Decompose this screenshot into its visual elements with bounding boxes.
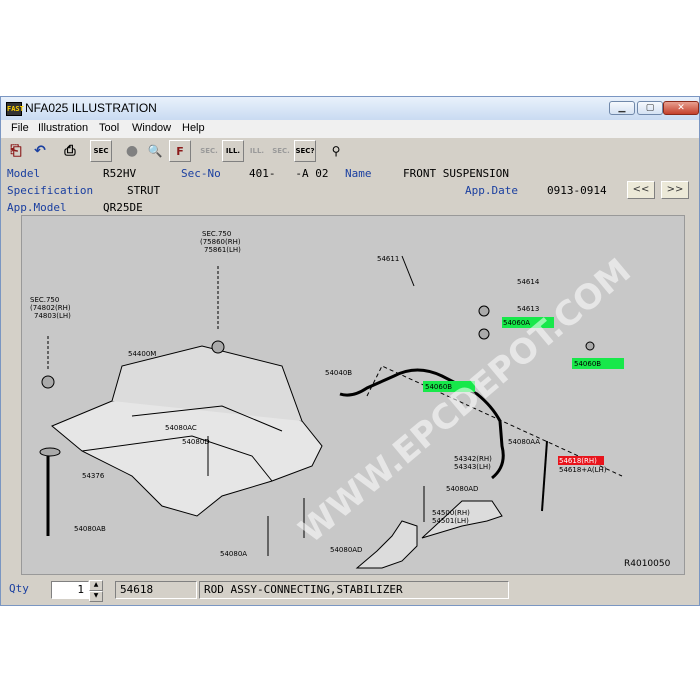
title-bar[interactable]: FAST NFA025 ILLUSTRATION ▁ ▢ ✕ bbox=[1, 97, 699, 121]
model-value: R52HV bbox=[103, 167, 137, 180]
appmodel-label: App.Model bbox=[7, 201, 67, 214]
sec-prev-icon[interactable]: SEC. bbox=[198, 140, 220, 162]
qty-label: Qty bbox=[9, 582, 29, 595]
callout-54060b-right[interactable]: 54060B bbox=[574, 360, 601, 368]
callout-54080ad-right[interactable]: 54080AD bbox=[446, 485, 478, 493]
spin-up-icon[interactable]: ▲ bbox=[89, 580, 103, 591]
specification-label: Specification bbox=[7, 184, 94, 197]
illustration-canvas[interactable]: WWW.EPCDEPOT.COM SEC.750 (74802(RH) 7480… bbox=[21, 215, 685, 575]
exit-icon[interactable]: ⎗ bbox=[5, 140, 27, 162]
menu-bar: File Illustration Tool Window Help bbox=[1, 120, 699, 138]
callout-sec750-top[interactable]: SEC.750 bbox=[202, 230, 231, 238]
callout-54060a[interactable]: 54060A bbox=[503, 319, 530, 327]
notebook-icon[interactable]: F bbox=[169, 140, 191, 162]
callout-sec750-left-rh: (74802(RH) bbox=[30, 304, 71, 312]
menu-help[interactable]: Help bbox=[182, 122, 205, 134]
print-icon[interactable]: ⎙ bbox=[59, 140, 81, 162]
appdate-value: 0913-0914 bbox=[547, 184, 607, 197]
sec-query-icon[interactable]: SEC? bbox=[294, 140, 316, 162]
callout-54500[interactable]: 54500(RH) bbox=[432, 509, 470, 517]
callout-sec750-top-lh: 75861(LH) bbox=[204, 246, 241, 254]
callout-54501[interactable]: 54501(LH) bbox=[432, 517, 469, 525]
qty-input[interactable]: 1 bbox=[51, 581, 89, 599]
status-bar: Qty 1 ▲ ▼ 54618 ROD ASSY-CONNECTING,STAB… bbox=[1, 575, 699, 605]
appmodel-value: QR25DE bbox=[103, 201, 143, 214]
callout-54080d[interactable]: 54080D bbox=[182, 438, 210, 446]
callout-54611[interactable]: 54611 bbox=[377, 255, 399, 263]
specification-value: STRUT bbox=[127, 184, 161, 197]
callout-54343[interactable]: 54343(LH) bbox=[454, 463, 491, 471]
callout-54060b-left[interactable]: 54060B bbox=[425, 383, 452, 391]
callout-54040b[interactable]: 54040B bbox=[325, 369, 352, 377]
callout-54618a[interactable]: 54618+A(LH) bbox=[559, 466, 607, 474]
ill-next-icon[interactable]: ILL. bbox=[246, 140, 268, 162]
close-button[interactable]: ✕ bbox=[663, 101, 699, 115]
pin-icon[interactable]: ⚲ bbox=[325, 140, 347, 162]
callout-sec750-top-rh: (75860(RH) bbox=[200, 238, 241, 246]
next-button[interactable]: >> bbox=[661, 181, 689, 199]
name-label: Name bbox=[345, 167, 372, 180]
callout-54080ab[interactable]: 54080AB bbox=[74, 525, 106, 533]
ill-icon[interactable]: ILL. bbox=[222, 140, 244, 162]
secno-label: Sec-No bbox=[181, 167, 221, 180]
callout-54342[interactable]: 54342(RH) bbox=[454, 455, 492, 463]
application-window: FAST NFA025 ILLUSTRATION ▁ ▢ ✕ File Illu… bbox=[0, 96, 700, 606]
part-name-field: ROD ASSY-CONNECTING,STABILIZER bbox=[199, 581, 509, 599]
sec-next-icon[interactable]: SEC. bbox=[270, 140, 292, 162]
name-value: FRONT SUSPENSION bbox=[403, 167, 509, 180]
menu-window[interactable]: Window bbox=[132, 122, 171, 134]
sec-icon[interactable]: SEC bbox=[90, 140, 112, 162]
part-info-panel: Model R52HV Sec-No 401- -A 02 Name FRONT… bbox=[1, 166, 699, 218]
callout-sec750-left-lh: 74803(LH) bbox=[34, 312, 71, 320]
transverse-link-shape bbox=[355, 520, 418, 569]
callout-54400m[interactable]: 54400M bbox=[128, 350, 156, 358]
connecting-rod-shape bbox=[541, 440, 548, 512]
figure-id: R4010050 bbox=[624, 559, 671, 569]
callout-54613[interactable]: 54613 bbox=[517, 305, 539, 313]
menu-file[interactable]: File bbox=[11, 122, 29, 134]
toolbar: ⎗ ↶ ⎙ SEC ● 🔍 F SEC. ILL. ILL. SEC. SEC?… bbox=[1, 138, 699, 166]
maximize-button[interactable]: ▢ bbox=[637, 101, 663, 115]
menu-illustration[interactable]: Illustration bbox=[38, 122, 88, 134]
spin-down-icon[interactable]: ▼ bbox=[89, 591, 103, 602]
suspension-diagram: WWW.EPCDEPOT.COM SEC.750 (74802(RH) 7480… bbox=[30, 230, 671, 569]
window-title: NFA025 ILLUSTRATION bbox=[25, 101, 157, 115]
previous-button[interactable]: << bbox=[627, 181, 655, 199]
callout-54376[interactable]: 54376 bbox=[82, 472, 105, 480]
appdate-label: App.Date bbox=[465, 184, 518, 197]
menu-tool[interactable]: Tool bbox=[99, 122, 119, 134]
qty-stepper[interactable]: ▲ ▼ bbox=[89, 580, 103, 602]
part-number-field: 54618 bbox=[115, 581, 197, 599]
callout-54080a[interactable]: 54080A bbox=[220, 550, 247, 558]
circle-icon[interactable]: ● bbox=[121, 140, 143, 162]
minimize-button[interactable]: ▁ bbox=[609, 101, 635, 115]
app-icon: FAST bbox=[6, 102, 24, 116]
callout-54618[interactable]: 54618(RH) bbox=[559, 457, 597, 465]
secno-value: 401- -A 02 bbox=[249, 167, 329, 180]
model-label: Model bbox=[7, 167, 41, 180]
callout-54614[interactable]: 54614 bbox=[517, 278, 540, 286]
magnifier-icon[interactable]: 🔍 bbox=[144, 140, 166, 162]
callout-sec750-left[interactable]: SEC.750 bbox=[30, 296, 59, 304]
undo-icon[interactable]: ↶ bbox=[29, 140, 51, 162]
callout-54080ad-bottom[interactable]: 54080AD bbox=[330, 546, 362, 554]
callout-54080aa[interactable]: 54080AA bbox=[508, 438, 540, 446]
callout-54080ac[interactable]: 54080AC bbox=[165, 424, 197, 432]
